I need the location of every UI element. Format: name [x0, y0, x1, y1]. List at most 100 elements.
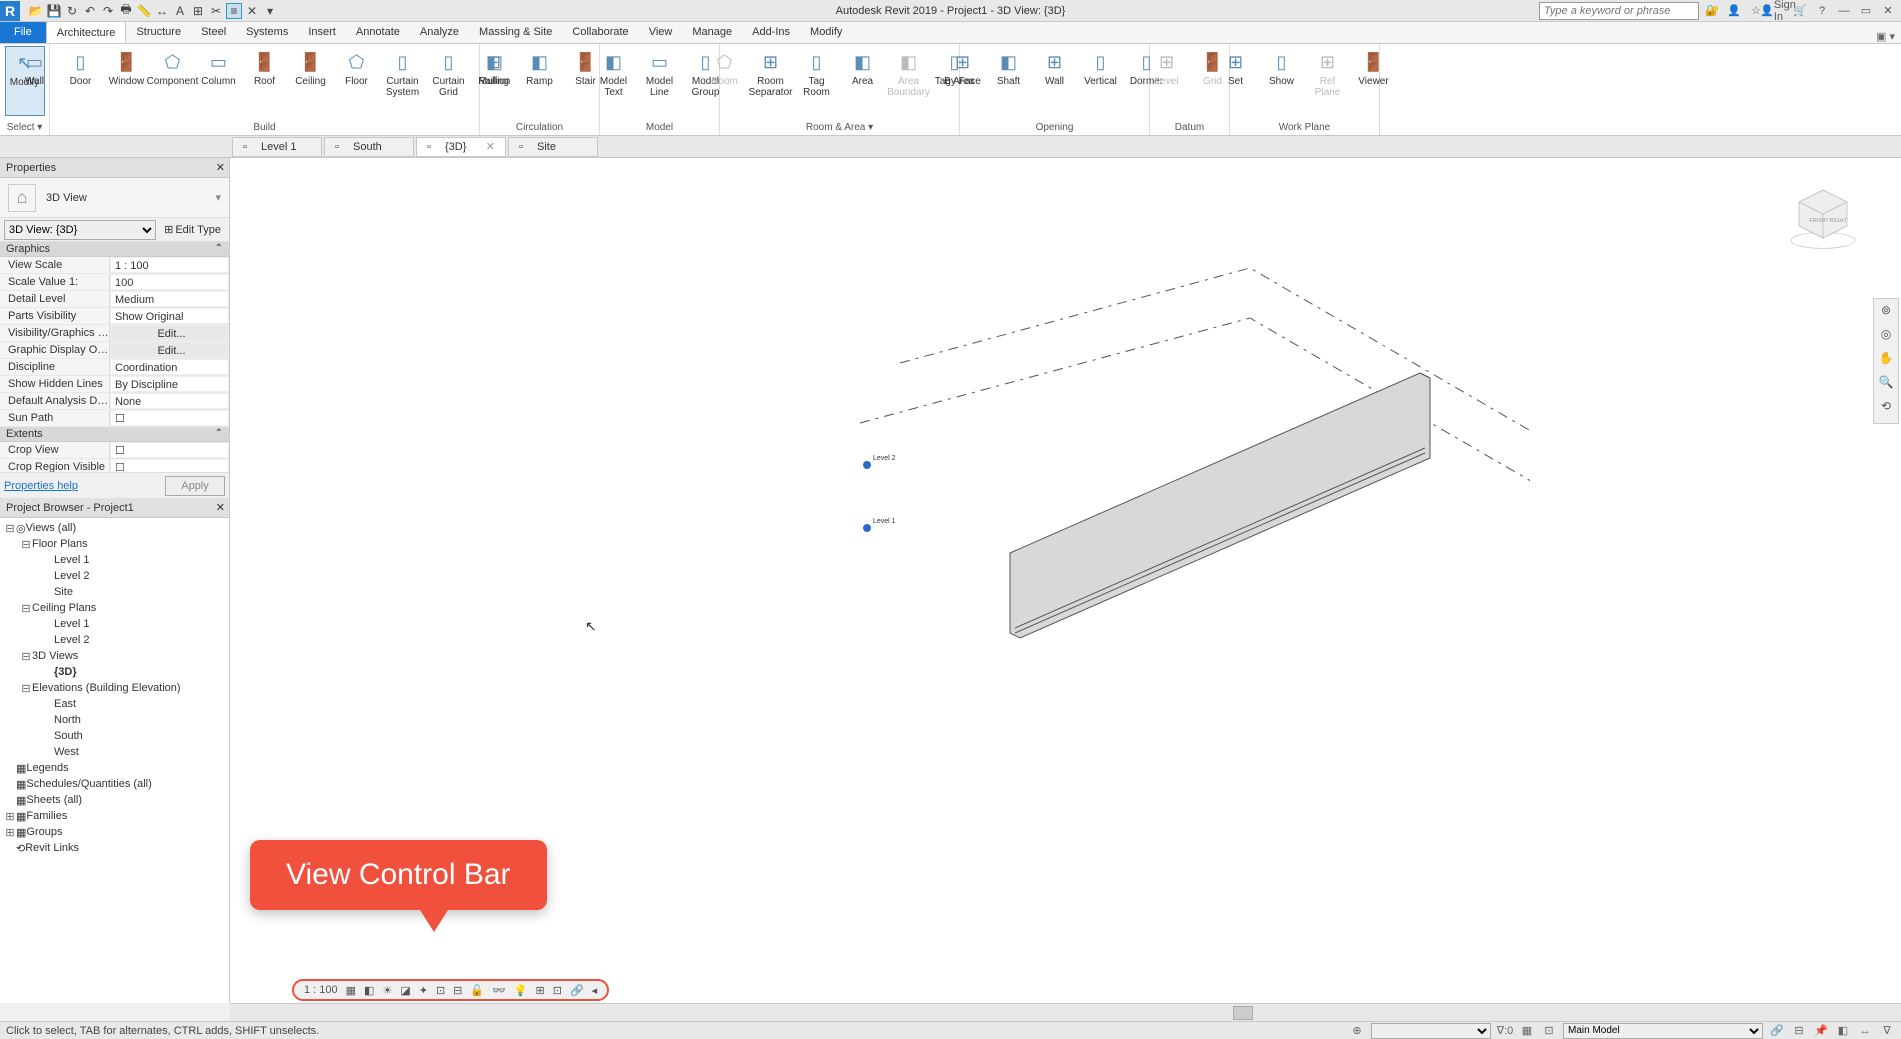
redo-icon[interactable]: ↷ [100, 3, 116, 19]
expand-icon[interactable]: ⊟ [20, 602, 32, 615]
railing-button[interactable]: ⊞Railing [474, 46, 514, 116]
view-tab-level1[interactable]: ▫Level 1 [232, 137, 322, 157]
worksharing-icon[interactable]: ⊞ [532, 984, 549, 997]
view-tab-south[interactable]: ▫South [324, 137, 414, 157]
select-pinned-icon[interactable]: 📌 [1813, 1023, 1829, 1039]
curtain-system-button[interactable]: ▯Curtain System [383, 46, 423, 116]
prop-section-header[interactable]: Extents [0, 427, 229, 442]
dimension-icon[interactable]: ↔ [154, 3, 170, 19]
tree-item[interactable]: Level 2 [2, 632, 227, 648]
prop-value[interactable] [110, 410, 229, 426]
full-nav-icon[interactable]: ⊚ [1876, 303, 1896, 323]
view-icon[interactable]: ⊞ [190, 3, 206, 19]
tree-item[interactable]: ⊟3D Views [2, 648, 227, 664]
ceiling-button[interactable]: 🚪Ceiling [291, 46, 331, 116]
prop-value[interactable]: Edit... [110, 325, 229, 341]
pan-icon[interactable]: ✋ [1876, 351, 1896, 371]
exchange-icon[interactable]: 🛒 [1791, 2, 1809, 20]
select-links-icon[interactable]: 🔗 [1769, 1023, 1785, 1039]
floor-button[interactable]: ⬠Floor [337, 46, 377, 116]
close-icon[interactable]: ✕ [486, 140, 495, 153]
prop-value[interactable]: By Discipline [110, 376, 229, 392]
tab-collaborate[interactable]: Collaborate [562, 21, 638, 43]
expand-icon[interactable]: ⊞ [4, 826, 16, 839]
component-button[interactable]: ⬠Component [153, 46, 193, 116]
apply-button[interactable]: Apply [165, 476, 225, 496]
tree-item[interactable]: West [2, 744, 227, 760]
expand-icon[interactable]: ⊞ [4, 810, 16, 823]
detail-level-icon[interactable]: ▦ [342, 984, 360, 997]
tree-item[interactable]: Level 2 [2, 568, 227, 584]
tree-item[interactable]: ▦ Schedules/Quantities (all) [2, 776, 227, 792]
shadows-icon[interactable]: ◪ [396, 984, 414, 997]
view-tab-3d[interactable]: ▫{3D}✕ [416, 137, 506, 157]
roof-button[interactable]: 🚪Roof [245, 46, 285, 116]
type-selector[interactable]: ⌂ 3D View ▾ [0, 178, 229, 218]
thin-lines-icon[interactable]: ≡ [226, 3, 242, 19]
prop-value[interactable]: 100 [110, 274, 229, 290]
area-button[interactable]: ◧Area [843, 46, 883, 116]
print-icon[interactable]: 🖶 [118, 3, 134, 19]
crop-view-icon[interactable]: ⊡ [432, 984, 449, 997]
tree-item[interactable]: ▦ Sheets (all) [2, 792, 227, 808]
expand-icon[interactable]: ⊟ [4, 522, 16, 535]
model-text-button[interactable]: ◧Model Text [594, 46, 634, 116]
reveal-hidden-icon[interactable]: 💡 [510, 984, 532, 997]
view-cube[interactable]: FRONT RIGHT [1773, 168, 1873, 268]
tree-item[interactable]: ⊟Ceiling Plans [2, 600, 227, 616]
room-separator-button[interactable]: ⊞Room Separator [751, 46, 791, 116]
tree-item[interactable]: Level 1 [2, 552, 227, 568]
help-icon[interactable]: ? [1813, 2, 1831, 20]
constraints-icon[interactable]: 🔗 [566, 984, 588, 997]
analytical-icon[interactable]: ⊡ [549, 984, 566, 997]
prop-value[interactable]: Medium [110, 291, 229, 307]
tab-steel[interactable]: Steel [191, 21, 236, 43]
tag-room-button[interactable]: ▯Tag Room [797, 46, 837, 116]
maximize-icon[interactable]: ▭ [1857, 2, 1875, 20]
horizontal-scrollbar[interactable] [230, 1003, 1901, 1021]
tree-item[interactable]: ⊞▦ Families [2, 808, 227, 824]
select-face-icon[interactable]: ◧ [1835, 1023, 1851, 1039]
tree-item[interactable]: Level 1 [2, 616, 227, 632]
tab-manage[interactable]: Manage [682, 21, 742, 43]
area-boundary-button[interactable]: ◧Area Boundary [889, 46, 929, 116]
more-icon[interactable]: ◂ [588, 984, 602, 997]
column-button[interactable]: ▭Column [199, 46, 239, 116]
model-select[interactable]: Main Model [1563, 1023, 1763, 1039]
orbit-icon[interactable]: ⟲ [1876, 399, 1896, 419]
tree-item[interactable]: East [2, 696, 227, 712]
prop-value[interactable]: Coordination [110, 359, 229, 375]
tree-item[interactable]: ⊟◎ Views (all) [2, 520, 227, 536]
tab-analyze[interactable]: Analyze [410, 21, 469, 43]
ramp-button[interactable]: ◧Ramp [520, 46, 560, 116]
tree-item[interactable]: North [2, 712, 227, 728]
tab-view[interactable]: View [639, 21, 683, 43]
browser-close-icon[interactable]: ✕ [216, 501, 225, 514]
prop-value[interactable]: None [110, 393, 229, 409]
vertical-button[interactable]: ▯Vertical [1081, 46, 1121, 116]
undo-icon[interactable]: ↶ [82, 3, 98, 19]
tree-item[interactable]: Site [2, 584, 227, 600]
prop-value[interactable]: Show Original [110, 308, 229, 324]
tree-item[interactable]: ⊟Elevations (Building Elevation) [2, 680, 227, 696]
selection-icon[interactable]: ⊕ [1349, 1023, 1365, 1039]
sync-icon[interactable]: ↻ [64, 3, 80, 19]
tree-item[interactable]: ▦ Legends [2, 760, 227, 776]
tab-modify[interactable]: Modify [800, 21, 852, 43]
tree-item[interactable]: ⟲ Revit Links [2, 840, 227, 856]
room-button[interactable]: ⬠Room [705, 46, 745, 116]
close-icon[interactable]: ✕ [1879, 2, 1897, 20]
temp-hide-icon[interactable]: 👓 [488, 984, 510, 997]
ribbon-collapse-icon[interactable]: ▣ ▾ [1876, 30, 1901, 43]
shaft-button[interactable]: ◧Shaft [989, 46, 1029, 116]
sign-in-button[interactable]: 👤 Sign In [1769, 2, 1787, 20]
expand-icon[interactable]: ⊟ [20, 538, 32, 551]
filter-icon[interactable]: ∇:0 [1497, 1023, 1513, 1039]
door-button[interactable]: ▯Door [61, 46, 101, 116]
switch-window-icon[interactable]: ▾ [262, 3, 278, 19]
expand-icon[interactable]: ⊟ [20, 650, 32, 663]
open-icon[interactable]: 📂 [28, 3, 44, 19]
viewer-button[interactable]: 🚪Viewer [1354, 46, 1394, 116]
properties-close-icon[interactable]: ✕ [216, 161, 225, 174]
tab-structure[interactable]: Structure [126, 21, 191, 43]
